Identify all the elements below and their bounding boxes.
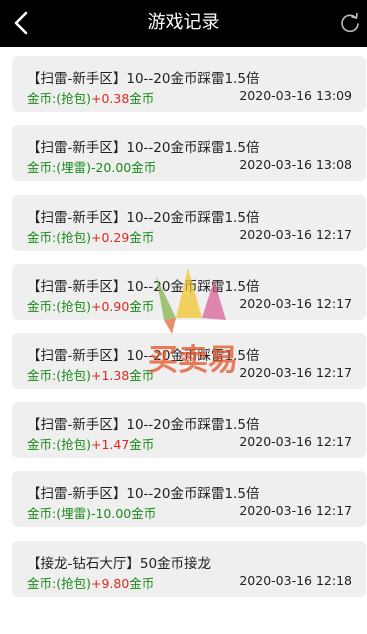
record-type: 金币:(埋雷) [27, 506, 91, 521]
record-unit: 金币 [129, 230, 155, 245]
record-time: 2020-03-16 12:17 [239, 434, 352, 449]
record-time: 2020-03-16 12:17 [239, 503, 352, 518]
record-type: 金币:(抢包) [27, 576, 91, 591]
record-detail: 金币:(抢包)+0.90金币 [27, 296, 154, 315]
record-unit: 金币 [129, 299, 155, 314]
record-time: 2020-03-16 12:18 [239, 573, 352, 588]
record-type: 金币:(抢包) [27, 368, 91, 383]
record-detail: 金币:(抢包)+0.38金币 [27, 88, 154, 107]
record-item[interactable]: 【扫雷-新手区】10--20金币踩雷1.5倍 金币:(埋雷)-10.00金币 202… [12, 471, 366, 527]
record-time: 2020-03-16 12:17 [239, 365, 352, 380]
record-detail: 金币:(抢包)+9.80金币 [27, 573, 154, 592]
record-amount: -10.00 [90, 506, 132, 521]
record-detail: 金币:(抢包)+1.47金币 [27, 434, 154, 453]
record-amount: -20.00 [90, 160, 132, 175]
record-item[interactable]: 【扫雷-新手区】10--20金币踩雷1.5倍 金币:(埋雷)-20.00金币 202… [12, 125, 366, 181]
page-title: 游戏记录 [147, 12, 220, 33]
record-amount: +1.38 [90, 368, 130, 383]
record-type: 金币:(埋雷) [27, 160, 91, 175]
record-amount: +0.90 [90, 299, 130, 314]
record-type: 金币:(抢包) [27, 91, 91, 106]
record-amount: +0.38 [90, 91, 130, 106]
record-time: 2020-03-16 12:17 [239, 227, 352, 242]
record-list[interactable]: 【扫雷-新手区】10--20金币踩雷1.5倍 金币:(抢包)+0.38金币 2020… [0, 47, 367, 634]
record-detail: 金币:(抢包)+1.38金币 [27, 365, 154, 384]
header-bar: 游戏记录 [0, 0, 367, 47]
record-item[interactable]: 【扫雷-新手区】10--20金币踩雷1.5倍 金币:(抢包)+0.29金币 2020… [12, 195, 366, 251]
record-type: 金币:(抢包) [27, 230, 91, 245]
record-game-name: 【扫雷-新手区】10--20金币踩雷1.5倍 [27, 279, 260, 295]
record-type: 金币:(抢包) [27, 437, 91, 452]
record-time: 2020-03-16 13:09 [239, 88, 352, 103]
record-time: 2020-03-16 12:17 [239, 296, 352, 311]
record-unit: 金币 [129, 437, 155, 452]
record-item[interactable]: 【扫雷-新手区】10--20金币踩雷1.5倍 金币:(抢包)+0.38金币 2020… [12, 56, 366, 112]
record-game-name: 【扫雷-新手区】10--20金币踩雷1.5倍 [27, 486, 260, 502]
record-detail: 金币:(埋雷)-20.00金币 [27, 157, 156, 176]
record-item[interactable]: 【扫雷-新手区】10--20金币踩雷1.5倍 金币:(抢包)+1.38金币 2020… [12, 333, 366, 389]
record-unit: 金币 [131, 160, 157, 175]
record-item[interactable]: 【扫雷-新手区】10--20金币踩雷1.5倍 金币:(抢包)+1.47金币 2020… [12, 402, 366, 458]
record-amount: +0.29 [90, 230, 130, 245]
record-game-name: 【扫雷-新手区】10--20金币踩雷1.5倍 [27, 210, 260, 226]
record-game-name: 【接龙-钻石大厅】50金币接龙 [27, 556, 212, 572]
record-type: 金币:(抢包) [27, 299, 91, 314]
record-detail: 金币:(抢包)+0.29金币 [27, 227, 154, 246]
refresh-icon [341, 12, 359, 33]
record-detail: 金币:(埋雷)-10.00金币 [27, 503, 156, 522]
record-item[interactable]: 【扫雷-新手区】10--20金币踩雷1.5倍 金币:(抢包)+0.90金币 2020… [12, 264, 366, 320]
record-item[interactable]: 【接龙-钻石大厅】50金币接龙 金币:(抢包)+9.80金币 2020-03-16 … [12, 541, 366, 597]
record-game-name: 【扫雷-新手区】10--20金币踩雷1.5倍 [27, 71, 260, 87]
record-game-name: 【扫雷-新手区】10--20金币踩雷1.5倍 [27, 348, 260, 364]
record-game-name: 【扫雷-新手区】10--20金币踩雷1.5倍 [27, 140, 260, 156]
record-unit: 金币 [129, 576, 155, 591]
record-unit: 金币 [131, 506, 157, 521]
record-unit: 金币 [129, 91, 155, 106]
record-unit: 金币 [129, 368, 155, 383]
record-amount: +1.47 [90, 437, 130, 452]
refresh-button[interactable] [339, 12, 361, 34]
record-time: 2020-03-16 13:08 [239, 157, 352, 172]
record-game-name: 【扫雷-新手区】10--20金币踩雷1.5倍 [27, 417, 260, 433]
record-amount: +9.80 [90, 576, 130, 591]
